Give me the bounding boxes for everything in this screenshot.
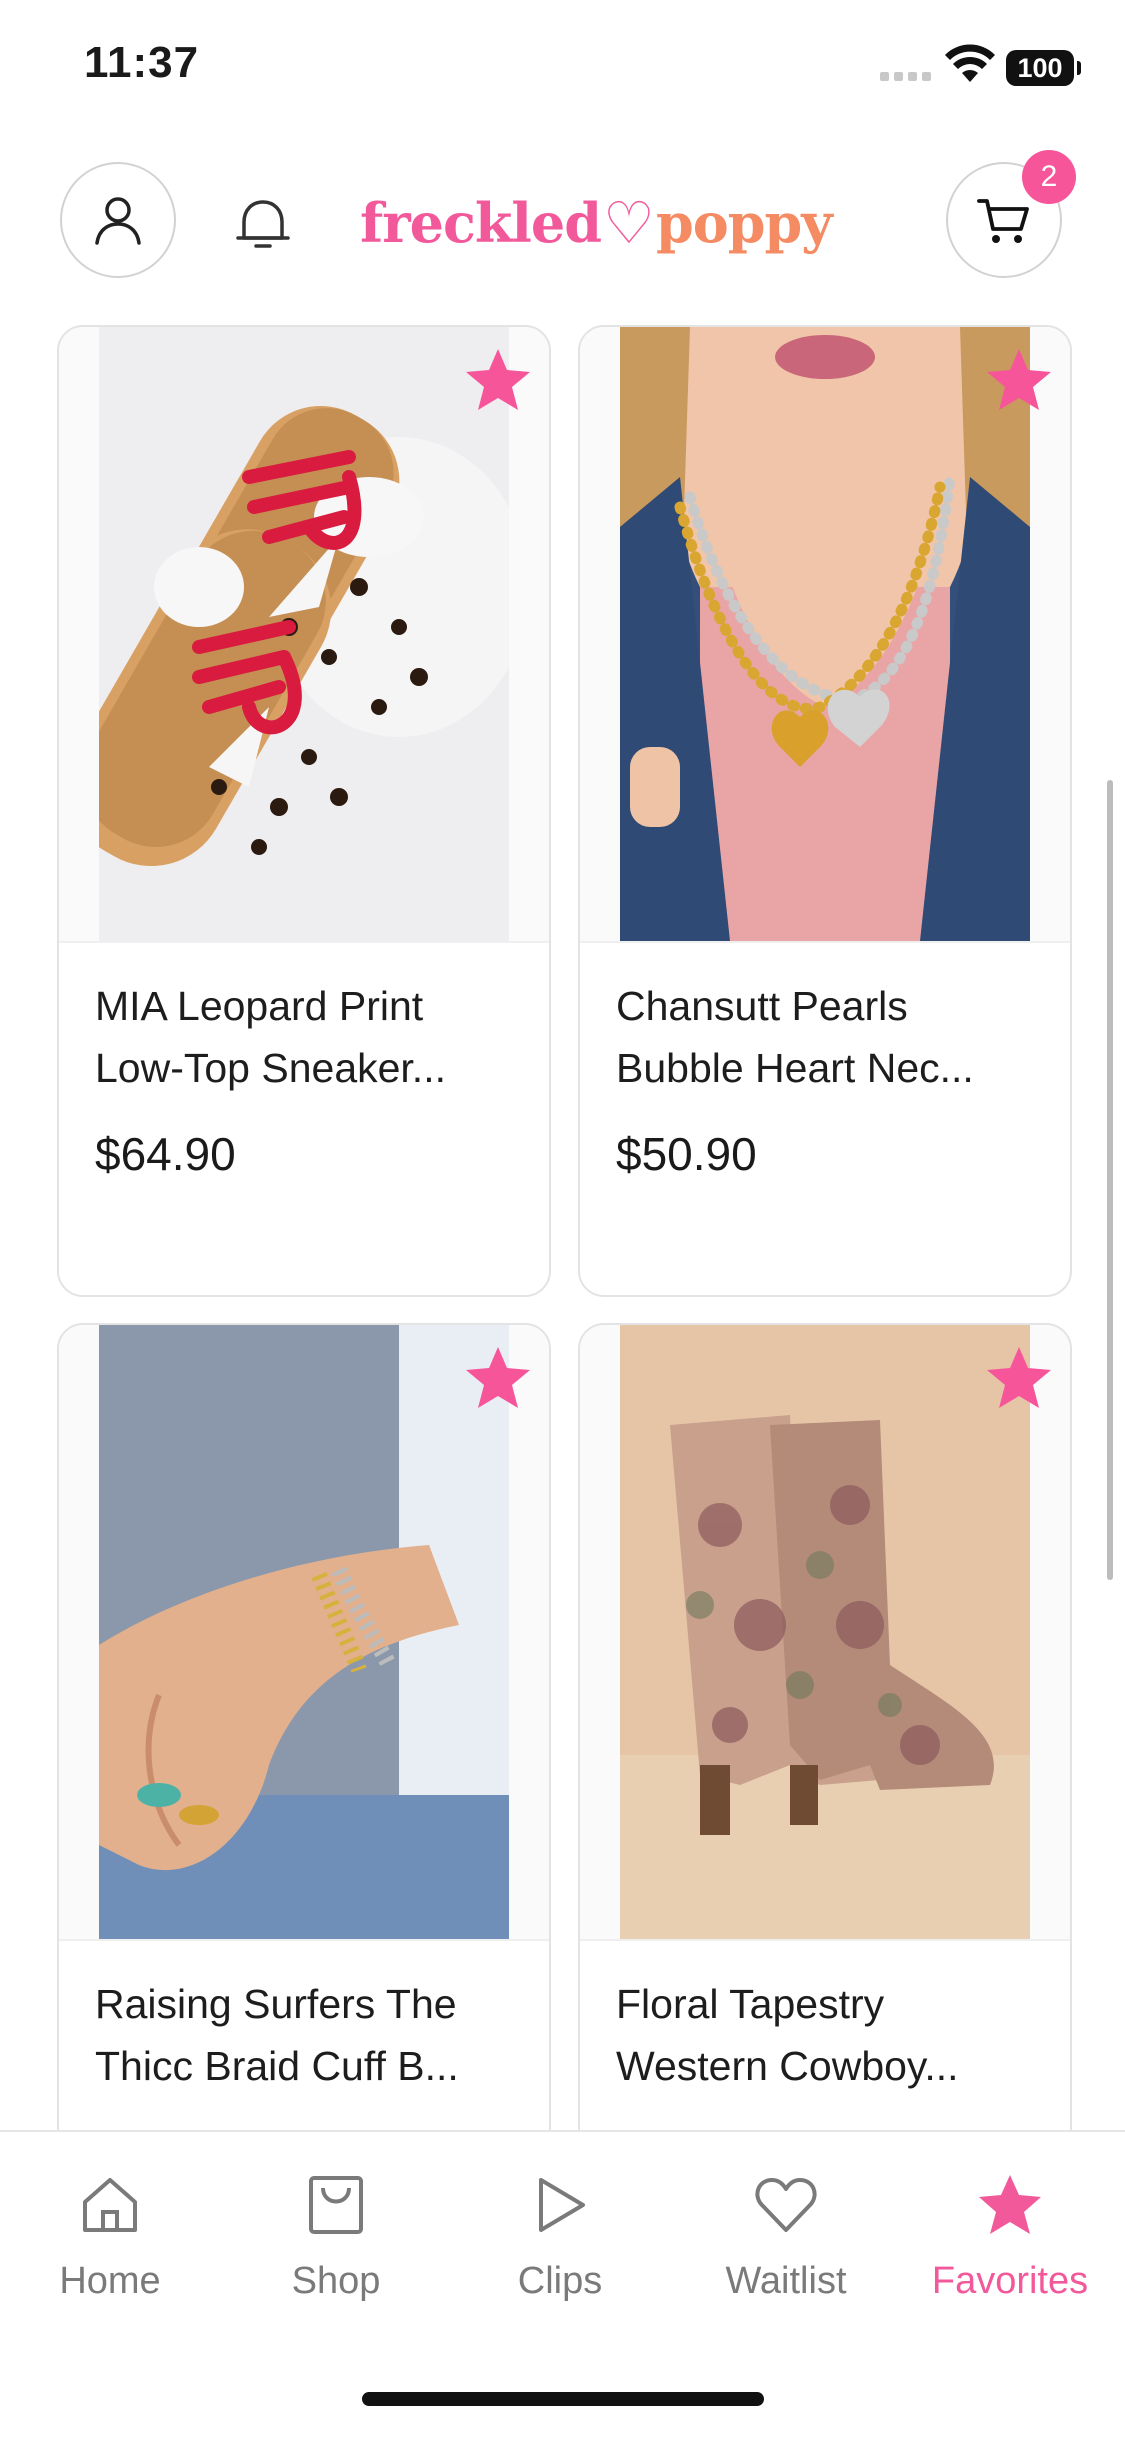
product-price: $50.90 <box>616 1128 757 1180</box>
tab-label: Waitlist <box>725 2260 847 2302</box>
cart-count-badge: 2 <box>1022 150 1076 204</box>
cart-icon <box>977 199 1029 243</box>
app-header: freckled ♡ poppy <box>0 150 1125 300</box>
product-price: $64.90 <box>95 1128 236 1180</box>
product-card[interactable]: MIA Leopard Print Low-Top Sneaker... $64… <box>57 325 551 1297</box>
star-icon <box>979 2175 1041 2234</box>
product-image <box>59 1325 549 1941</box>
braid-cuff-bracelet-photo <box>99 1325 509 1939</box>
product-name: Chansutt Pearls Bubble Heart Nec... <box>616 983 974 1091</box>
product-name: MIA Leopard Print Low-Top Sneaker... <box>95 983 446 1091</box>
tab-shop[interactable]: Shop <box>236 2172 436 2303</box>
profile-button[interactable] <box>60 162 176 278</box>
notifications-button[interactable] <box>228 190 298 260</box>
favorite-star-icon[interactable] <box>984 1343 1054 1413</box>
tab-clips[interactable]: Clips <box>460 2172 660 2303</box>
tab-waitlist[interactable]: Waitlist <box>686 2172 886 2303</box>
wifi-icon <box>945 44 995 82</box>
scrollbar[interactable] <box>1107 780 1113 1580</box>
home-indicator[interactable] <box>362 2392 764 2406</box>
tapestry-boots-photo <box>620 1325 1030 1939</box>
battery-indicator: 100 <box>1006 50 1081 86</box>
status-bar: 11:37 100 <box>0 0 1125 140</box>
product-image <box>580 1325 1070 1941</box>
tab-label: Favorites <box>931 2260 1089 2302</box>
favorite-star-icon[interactable] <box>463 1343 533 1413</box>
bell-icon <box>236 200 290 248</box>
tab-label: Clips <box>517 2260 603 2302</box>
product-image <box>580 327 1070 943</box>
tab-favorites[interactable]: Favorites <box>910 2172 1110 2303</box>
tab-label: Home <box>59 2260 161 2302</box>
heart-icon <box>755 2178 817 2232</box>
favorite-star-icon[interactable] <box>463 345 533 415</box>
favorite-star-icon[interactable] <box>984 345 1054 415</box>
bag-icon <box>309 2176 363 2234</box>
tab-home[interactable]: Home <box>10 2172 210 2303</box>
play-icon <box>539 2178 585 2232</box>
tab-label: Shop <box>291 2260 381 2302</box>
status-time: 11:37 <box>84 38 200 87</box>
user-icon <box>95 197 141 245</box>
product-name: Floral Tapestry Western Cowboy... <box>616 1981 959 2089</box>
heart-necklace-photo <box>620 327 1030 941</box>
product-image <box>59 327 549 943</box>
cellular-signal-icon <box>880 72 931 81</box>
home-icon <box>83 2178 137 2232</box>
brand-logo: freckled ♡ poppy <box>360 189 833 257</box>
product-name: Raising Surfers The Thicc Braid Cuff B..… <box>95 1981 459 2089</box>
product-card[interactable]: Chansutt Pearls Bubble Heart Nec... $50.… <box>578 325 1072 1297</box>
leopard-sneakers-photo <box>99 327 509 941</box>
